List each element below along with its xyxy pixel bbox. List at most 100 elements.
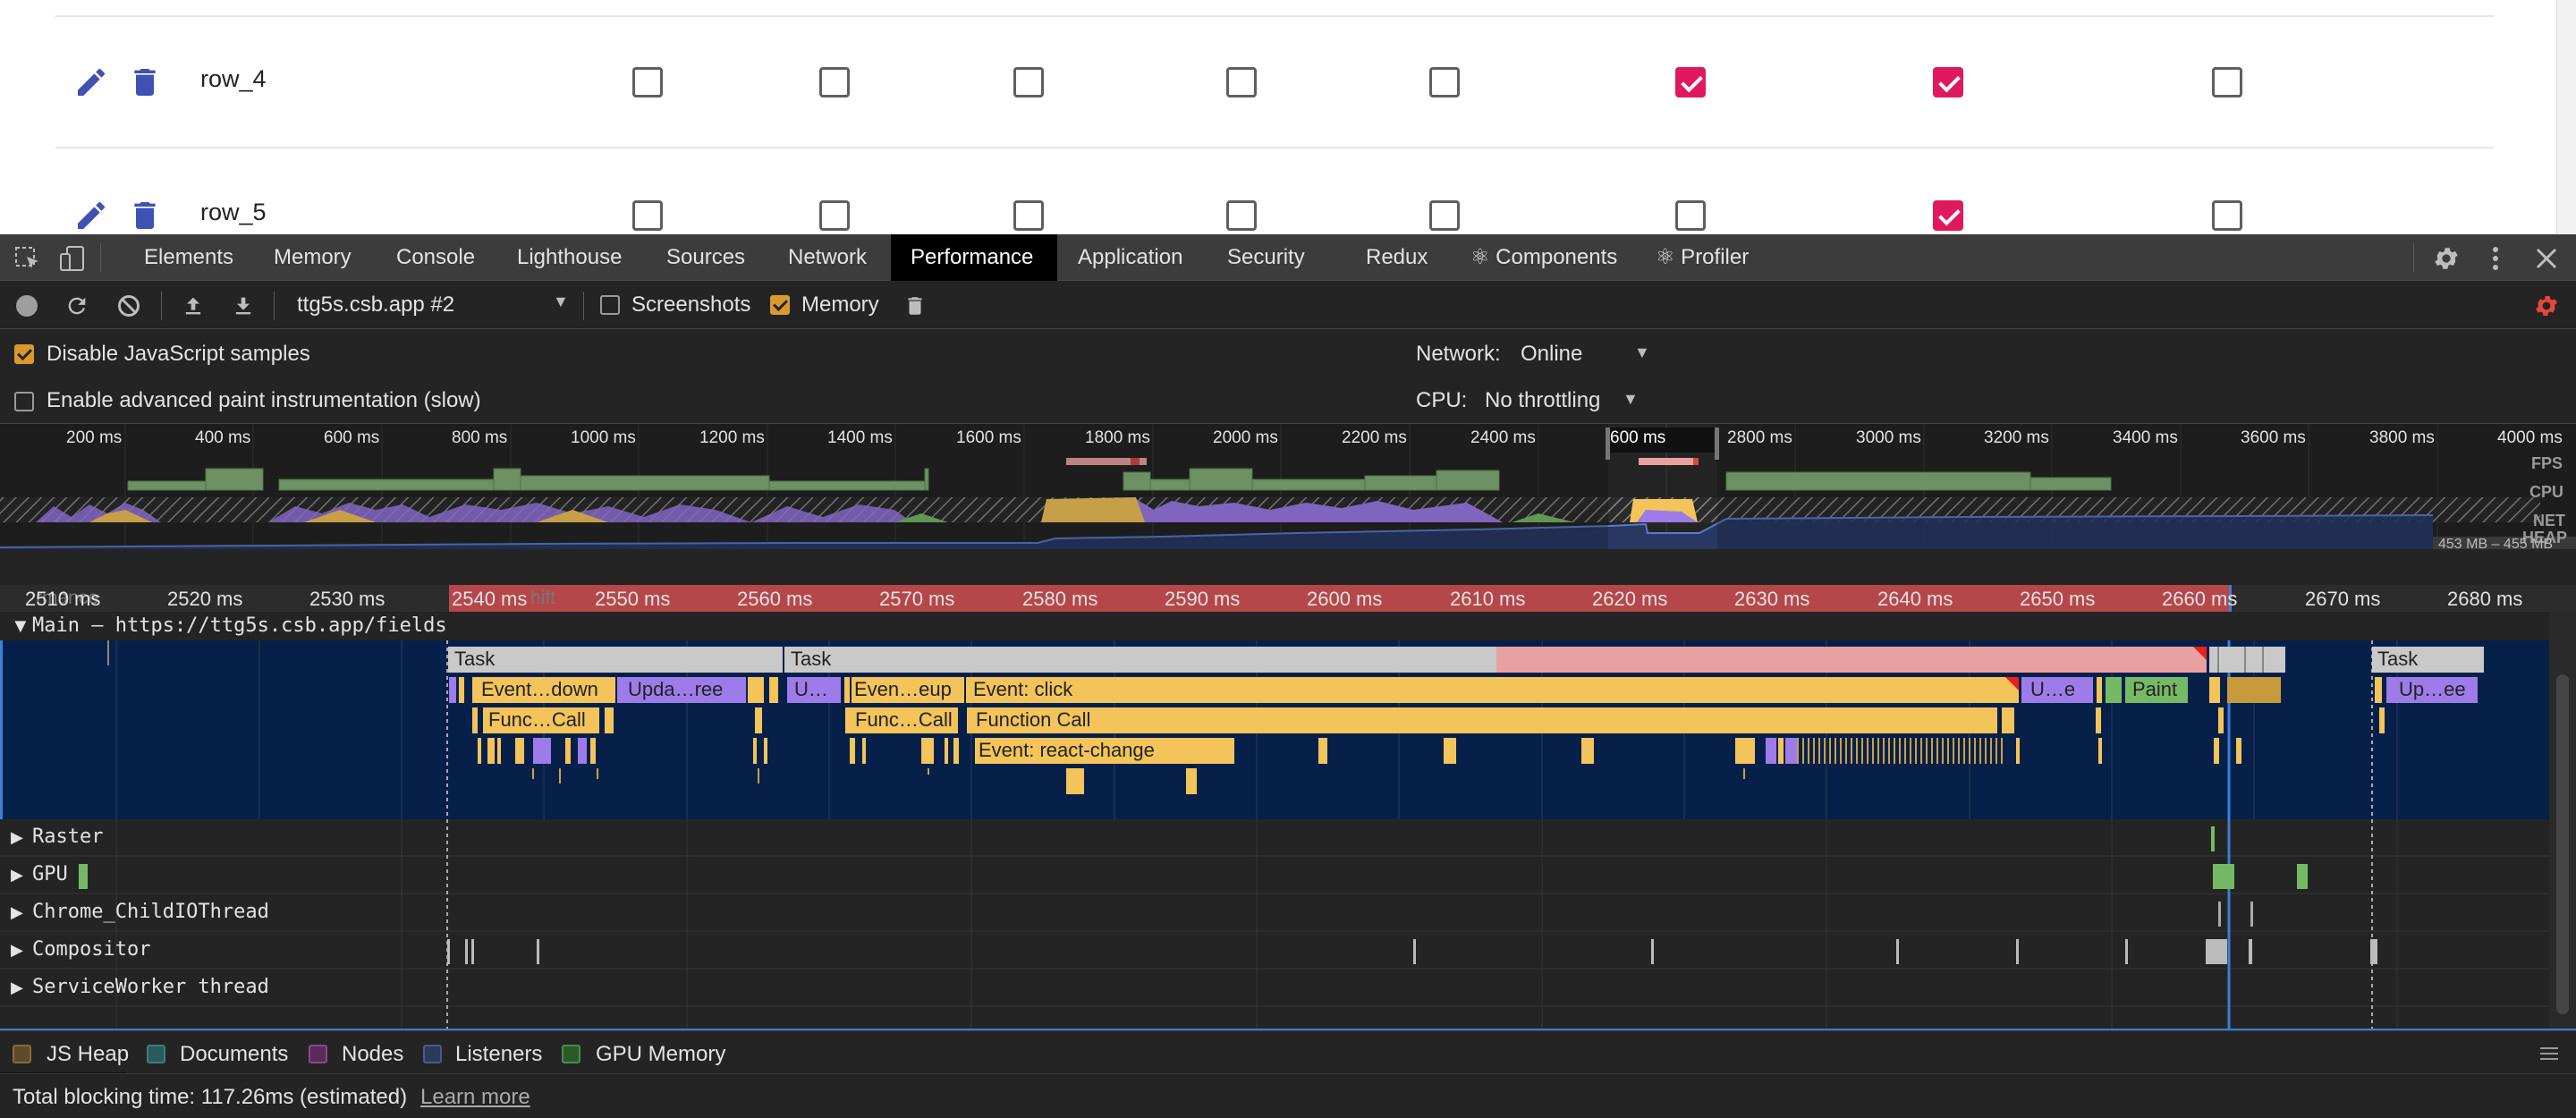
flame-paint-label[interactable]: Paint xyxy=(2132,678,2177,701)
edit-icon[interactable] xyxy=(73,198,109,233)
nodes-checkbox[interactable] xyxy=(309,1045,327,1063)
serviceworker-track-title[interactable]: ServiceWorker thread xyxy=(32,976,269,998)
timeline-overview[interactable]: 200 ms 400 ms 600 ms 800 ms 1000 ms 1200… xyxy=(0,424,2576,552)
checkbox[interactable] xyxy=(819,67,850,97)
flame-task-label[interactable]: Task xyxy=(2377,648,2418,671)
tab-sources[interactable]: Sources xyxy=(647,234,765,281)
checkbox[interactable] xyxy=(1226,200,1257,231)
page-scrollbar[interactable] xyxy=(2556,0,2576,234)
expand-triangle-icon[interactable]: ▶ xyxy=(11,978,23,997)
scrollbar-thumb[interactable] xyxy=(2556,674,2569,1014)
legend-label: Nodes xyxy=(342,1042,404,1066)
delete-icon[interactable] xyxy=(127,196,163,234)
hamburger-menu-icon[interactable] xyxy=(2540,1046,2558,1062)
flame-update-label[interactable]: Up…ee xyxy=(2399,678,2466,701)
overview-tick: 1400 ms xyxy=(827,428,893,447)
checkbox[interactable] xyxy=(632,67,663,97)
checkbox-checked[interactable] xyxy=(1933,200,1963,231)
childio-track-title[interactable]: Chrome_ChildIOThread xyxy=(32,901,269,923)
checkbox-checked[interactable] xyxy=(1933,67,1963,97)
flame-react-change-label[interactable]: Event: react-change xyxy=(979,739,1155,762)
cpu-select[interactable]: No throttling xyxy=(1485,388,1600,413)
gpu-memory-checkbox[interactable] xyxy=(562,1045,580,1063)
tab-lighthouse[interactable]: Lighthouse xyxy=(497,234,641,281)
delete-icon[interactable] xyxy=(127,63,163,102)
chevron-down-icon[interactable]: ▼ xyxy=(1634,343,1650,362)
collapse-triangle-icon[interactable]: ▼ xyxy=(11,614,30,638)
flame-task-label[interactable]: Task xyxy=(454,648,495,671)
checkbox[interactable] xyxy=(1226,67,1257,97)
tab-redux[interactable]: Redux xyxy=(1346,234,1447,281)
upload-icon[interactable] xyxy=(181,293,206,318)
tab-profiler[interactable]: ⚛ Profiler xyxy=(1636,234,1768,281)
more-options-icon[interactable] xyxy=(2485,244,2506,273)
expand-triangle-icon[interactable]: ▶ xyxy=(11,866,23,885)
main-flame-chart[interactable]: Task Task Task Event…down Upda…ree U… Ev… xyxy=(0,640,2549,1070)
flame-function-call-label[interactable]: Func…Call xyxy=(855,708,953,732)
capture-settings-gear-icon[interactable] xyxy=(2533,292,2560,319)
edit-icon[interactable] xyxy=(73,64,109,100)
listeners-checkbox[interactable] xyxy=(423,1045,442,1063)
flame-event-label[interactable]: Even…eup xyxy=(854,678,952,701)
flame-event-click-label[interactable]: Event: click xyxy=(973,678,1072,701)
checkbox[interactable] xyxy=(2212,67,2242,97)
raster-track-title[interactable]: Raster xyxy=(32,826,103,848)
checkbox[interactable] xyxy=(1013,67,1044,97)
flame-update-label[interactable]: U…e xyxy=(2030,678,2075,701)
close-icon[interactable] xyxy=(2535,247,2558,270)
ruler-tick: 2510 ms xyxy=(25,588,101,610)
ruler-tick: 2620 ms xyxy=(1592,588,1668,610)
learn-more-link[interactable]: Learn more xyxy=(420,1085,530,1110)
chevron-down-icon[interactable]: ▼ xyxy=(553,292,569,311)
tab-performance[interactable]: Performance xyxy=(891,234,1057,281)
flame-update-label[interactable]: Upda…ree xyxy=(628,678,723,701)
checkbox[interactable] xyxy=(1013,200,1044,231)
tab-network[interactable]: Network xyxy=(768,234,886,281)
main-track-header[interactable]: ▼ Main — https://ttg5s.csb.app/fields xyxy=(0,612,2576,640)
tab-components[interactable]: ⚛ Components xyxy=(1451,234,1637,281)
gpu-track-title[interactable]: GPU xyxy=(32,863,68,885)
checkbox[interactable] xyxy=(2212,200,2242,231)
expand-triangle-icon[interactable]: ▶ xyxy=(11,828,23,847)
tab-memory[interactable]: Memory xyxy=(254,234,371,281)
app-table-area: row_4 row_5 xyxy=(0,0,2576,234)
network-select[interactable]: Online xyxy=(1521,342,1582,367)
collect-garbage-icon[interactable] xyxy=(903,293,927,318)
checkbox[interactable] xyxy=(1429,67,1460,97)
flame-event-label[interactable]: Event…down xyxy=(481,678,598,701)
checkbox[interactable] xyxy=(1429,200,1460,231)
flame-function-call-label[interactable]: Function Call xyxy=(976,708,1090,732)
flame-function-call-label[interactable]: Func…Call xyxy=(488,708,586,732)
inspect-element-icon[interactable] xyxy=(14,246,41,271)
settings-gear-icon[interactable] xyxy=(2432,244,2461,273)
chevron-down-icon[interactable]: ▼ xyxy=(1623,390,1639,409)
documents-checkbox[interactable] xyxy=(147,1045,165,1063)
js-heap-checkbox[interactable] xyxy=(13,1045,31,1063)
clear-icon[interactable] xyxy=(116,293,141,318)
checkbox[interactable] xyxy=(1675,200,1706,231)
memory-checkbox[interactable] xyxy=(770,295,790,315)
checkbox[interactable] xyxy=(632,200,663,231)
expand-triangle-icon[interactable]: ▶ xyxy=(11,941,23,960)
tab-security[interactable]: Security xyxy=(1208,234,1325,281)
profile-select[interactable]: ttg5s.csb.app #2 xyxy=(297,292,454,318)
screenshots-checkbox[interactable] xyxy=(600,295,620,315)
timeline-ruler[interactable]: rmance hift 2510 ms 2520 ms 2530 ms 2540… xyxy=(0,585,2576,612)
flame-update-label[interactable]: U… xyxy=(794,678,828,701)
record-icon[interactable] xyxy=(16,295,38,317)
checkbox[interactable] xyxy=(819,200,850,231)
reload-icon[interactable] xyxy=(64,293,89,318)
download-icon[interactable] xyxy=(231,293,256,318)
tab-console[interactable]: Console xyxy=(377,234,495,281)
tab-application[interactable]: Application xyxy=(1058,234,1202,281)
checkbox-checked[interactable] xyxy=(1675,67,1706,97)
advanced-paint-checkbox[interactable] xyxy=(14,392,34,411)
tab-elements[interactable]: Elements xyxy=(124,234,253,281)
flame-scrollbar[interactable] xyxy=(2549,612,2576,1032)
overview-tick: 1800 ms xyxy=(1085,428,1150,447)
device-toolbar-icon[interactable] xyxy=(59,245,86,272)
compositor-track-title[interactable]: Compositor xyxy=(32,938,150,961)
flame-task-label[interactable]: Task xyxy=(791,648,831,671)
expand-triangle-icon[interactable]: ▶ xyxy=(11,903,23,922)
disable-js-samples-checkbox[interactable] xyxy=(14,344,34,364)
